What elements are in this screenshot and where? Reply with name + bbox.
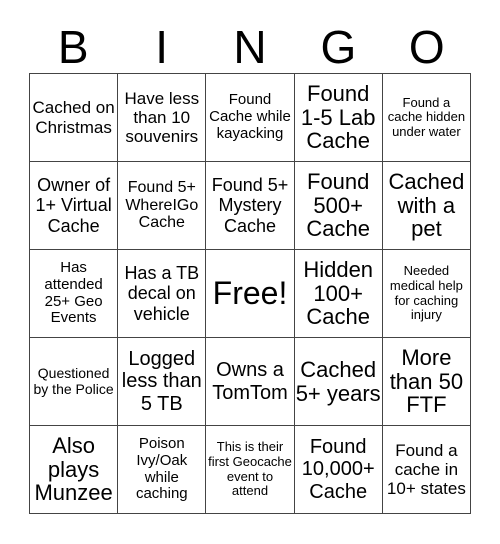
bingo-cell[interactable]: Needed medical help for caching injury	[382, 250, 471, 338]
cell-text: Questioned by the Police	[33, 364, 114, 397]
bingo-cell[interactable]: Also plays Munzee	[30, 426, 119, 514]
cell-text: Found 1-5 Lab Cache	[300, 80, 376, 154]
bingo-cell[interactable]: Questioned by the Police	[30, 338, 119, 426]
bingo-cell[interactable]: This is their first Geocache event to at…	[206, 426, 295, 514]
bingo-header: B I N G O	[29, 22, 471, 72]
bingo-cell[interactable]: Cached 5+ years	[294, 338, 383, 426]
bingo-cell[interactable]: Poison Ivy/Oak while caching	[118, 426, 207, 514]
bingo-cell[interactable]: Found 1-5 Lab Cache	[294, 74, 383, 162]
bingo-cell[interactable]: Has a TB decal on vehicle	[118, 250, 207, 338]
cell-text: More than 50 FTF	[389, 344, 464, 418]
cell-text: Has attended 25+ Geo Events	[44, 258, 103, 327]
cell-text: Found a cache in 10+ states	[386, 440, 466, 499]
cell-text: Owns a TomTom	[212, 359, 288, 404]
cell-text: Found 5+ WhereIGo Cache	[125, 178, 199, 232]
cell-text: Cached with a pet	[388, 168, 465, 242]
header-letter-b: B	[57, 21, 89, 73]
cell-text: Poison Ivy/Oak while caching	[135, 434, 188, 503]
bingo-cell[interactable]: Has attended 25+ Geo Events	[30, 250, 119, 338]
cell-text: Also plays Munzee	[34, 432, 113, 506]
cell-text: Found 500+ Cache	[306, 168, 370, 242]
bingo-cell[interactable]: Cached on Christmas	[30, 74, 119, 162]
bingo-cell[interactable]: Cached with a pet	[382, 162, 471, 250]
bingo-cell[interactable]: More than 50 FTF	[382, 338, 471, 426]
cell-text: Owner of 1+ Virtual Cache	[35, 175, 112, 236]
cell-text: Found a cache hidden under water	[387, 94, 466, 139]
cell-text: Found Cache while kayacking	[209, 91, 291, 142]
bingo-cell[interactable]: Logged less than 5 TB	[118, 338, 207, 426]
bingo-cell[interactable]: Found 10,000+ Cache	[294, 426, 383, 514]
bingo-cell[interactable]: Hidden 100+ Cache	[294, 250, 383, 338]
bingo-cell[interactable]: Found a cache in 10+ states	[382, 426, 471, 514]
free-space-cell[interactable]: Free!	[206, 250, 295, 338]
cell-text: Cached on Christmas	[32, 98, 115, 137]
bingo-cell[interactable]: Found 5+ Mystery Cache	[206, 162, 295, 250]
bingo-grid: Cached on Christmas Have less than 10 so…	[29, 73, 471, 514]
cell-text: Has a TB decal on vehicle	[124, 263, 200, 324]
header-letter-n: N	[233, 21, 267, 73]
bingo-cell[interactable]: Owner of 1+ Virtual Cache	[30, 162, 119, 250]
cell-text: Found 10,000+ Cache	[301, 435, 375, 503]
cell-text: Found 5+ Mystery Cache	[211, 175, 289, 236]
bingo-cell[interactable]: Found 5+ WhereIGo Cache	[118, 162, 207, 250]
cell-text: Have less than 10 souvenirs	[124, 88, 200, 147]
cell-text: Needed medical help for caching injury	[389, 263, 463, 323]
header-letter-i: I	[155, 21, 168, 73]
cell-text: This is their first Geocache event to at…	[208, 439, 292, 499]
cell-text: Hidden 100+ Cache	[303, 256, 374, 330]
cell-text: Logged less than 5 TB	[121, 347, 202, 415]
free-space-text: Free!	[212, 274, 288, 311]
header-letter-o: O	[408, 21, 445, 73]
bingo-cell[interactable]: Have less than 10 souvenirs	[118, 74, 207, 162]
cell-text: Cached 5+ years	[295, 356, 381, 406]
bingo-cell[interactable]: Found Cache while kayacking	[206, 74, 295, 162]
bingo-cell[interactable]: Found a cache hidden under water	[382, 74, 471, 162]
bingo-cell[interactable]: Found 500+ Cache	[294, 162, 383, 250]
bingo-cell[interactable]: Owns a TomTom	[206, 338, 295, 426]
header-letter-g: G	[320, 21, 357, 73]
